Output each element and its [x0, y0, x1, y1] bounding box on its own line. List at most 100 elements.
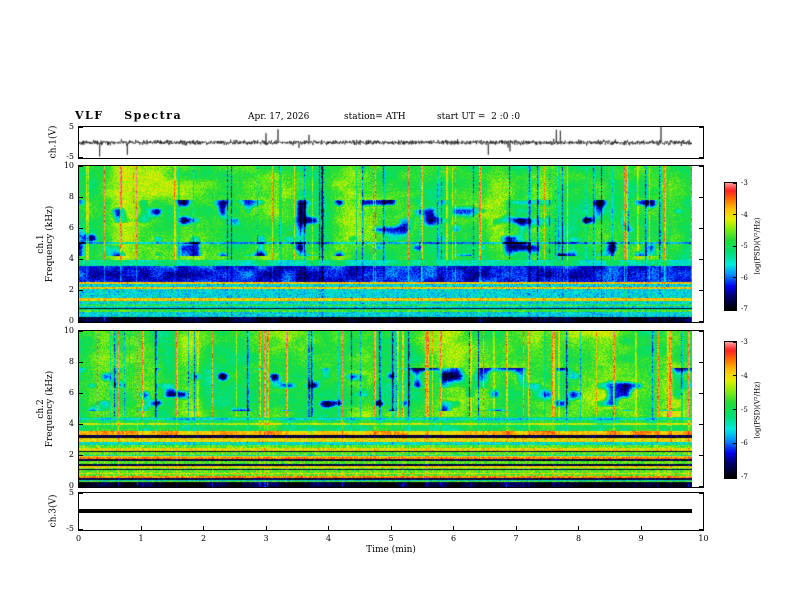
x-tick-label: 0	[75, 534, 82, 543]
y-tick-label: 4	[68, 254, 74, 263]
y-tick-label: 8	[68, 357, 74, 366]
colorbar-tick-mark	[733, 443, 736, 444]
x-tick-label: 5	[388, 534, 394, 543]
y-tick-mark	[79, 529, 83, 530]
y-tick-mark	[79, 228, 83, 229]
date-label: Apr. 17, 2026	[248, 112, 310, 122]
y-tick-label: 2	[68, 285, 74, 294]
x-tick-label: 7	[513, 534, 519, 543]
ch3-waveform-ylabel: ch.3(V)	[48, 494, 59, 528]
x-tick-label: 10	[698, 534, 709, 543]
y-tick-mark	[79, 157, 83, 158]
ch2-spectrogram-ylabel: ch.2 Frequency (kHz)	[36, 370, 55, 448]
y-tick-mark	[79, 166, 83, 167]
colorbar-tick-mark	[733, 477, 736, 478]
colorbar-tick-mark	[733, 375, 736, 376]
y-tick-label: -5	[66, 524, 74, 533]
figure-title: VLF Spectra	[75, 109, 183, 122]
y-tick-label: 5	[68, 488, 74, 497]
x-tick-mark	[391, 526, 392, 530]
y-tick-mark	[79, 362, 83, 363]
colorbar-tick-label: -5	[741, 405, 748, 414]
colorbar-tick-label: -4	[741, 210, 748, 219]
ch1-spectrogram-ylabel: ch.1 Frequency (kHz)	[36, 205, 55, 283]
colorbar-tick-label: -5	[741, 242, 748, 250]
x-tick-mark	[78, 526, 79, 530]
y-tick-mark	[699, 486, 703, 487]
ch1-spectrogram-canvas	[79, 166, 692, 322]
y-tick-mark	[79, 393, 83, 394]
y-tick-label: 0	[68, 316, 74, 325]
y-tick-mark	[699, 362, 703, 363]
y-tick-mark	[699, 493, 703, 494]
x-tick-label: 6	[450, 534, 457, 543]
y-tick-label: 4	[68, 419, 74, 428]
x-tick-label: 2	[200, 534, 207, 543]
x-tick-label: 3	[263, 534, 269, 543]
colorbar-tick-label: -3	[741, 338, 748, 346]
x-tick-mark	[703, 526, 704, 530]
y-tick-mark	[699, 127, 703, 128]
y-tick-mark	[79, 486, 83, 487]
x-tick-mark	[641, 526, 642, 530]
colorbar-tick-label: -3	[741, 179, 748, 187]
y-tick-label: 5	[68, 122, 74, 131]
colorbar-tick-mark	[733, 246, 736, 247]
colorbar-tick-mark	[733, 309, 736, 310]
x-tick-mark	[266, 526, 267, 530]
colorbar-2-gradient	[725, 342, 736, 478]
y-tick-mark	[699, 331, 703, 332]
y-tick-mark	[79, 259, 83, 260]
y-tick-mark	[699, 321, 703, 322]
station-label: station= ATH	[344, 112, 406, 122]
y-tick-mark	[699, 455, 703, 456]
y-tick-mark	[699, 290, 703, 291]
colorbar-tick-mark	[733, 277, 736, 278]
colorbar-tick-label: -6	[741, 273, 748, 282]
ch2-spectrogram-canvas	[79, 331, 692, 487]
ch1-frequency-label: Frequency (kHz)	[45, 205, 55, 283]
colorbar-tick-mark	[733, 342, 736, 343]
y-tick-mark	[79, 331, 83, 332]
y-tick-mark	[699, 157, 703, 158]
y-tick-mark	[699, 424, 703, 425]
x-tick-mark	[578, 526, 579, 530]
x-tick-label: 1	[138, 534, 144, 543]
x-tick-mark	[203, 526, 204, 530]
x-tick-label: 4	[325, 534, 332, 543]
y-tick-mark	[79, 290, 83, 291]
y-tick-mark	[79, 127, 83, 128]
y-tick-mark	[699, 259, 703, 260]
y-tick-label: 2	[68, 450, 74, 459]
colorbar-tick-mark	[733, 409, 736, 410]
colorbar-1-label: log(PSD)(V²/Hz)	[753, 217, 762, 275]
y-tick-mark	[79, 493, 83, 494]
x-tick-mark	[141, 526, 142, 530]
y-tick-mark	[79, 455, 83, 456]
y-tick-mark	[79, 197, 83, 198]
ch2-frequency-label: Frequency (kHz)	[45, 370, 55, 448]
x-tick-label: 8	[575, 534, 582, 543]
colorbar-tick-mark	[733, 214, 736, 215]
y-tick-mark	[79, 424, 83, 425]
start-ut-label: start UT = 2 :0 :0	[437, 112, 521, 122]
y-tick-mark	[79, 321, 83, 322]
x-axis-label: Time (min)	[366, 545, 416, 555]
colorbar-tick-label: -7	[741, 305, 748, 313]
colorbar-tick-label: -4	[741, 371, 748, 380]
x-tick-label: 9	[638, 534, 644, 543]
y-tick-label: 6	[68, 223, 74, 232]
y-tick-label: 6	[68, 388, 74, 397]
y-tick-mark	[699, 197, 703, 198]
y-tick-mark	[699, 393, 703, 394]
x-tick-mark	[516, 526, 517, 530]
colorbar-tick-label: -7	[741, 473, 748, 481]
x-tick-mark	[328, 526, 329, 530]
ch3-flat-trace	[79, 509, 692, 513]
y-tick-label: 10	[63, 326, 74, 335]
y-tick-mark	[699, 228, 703, 229]
y-tick-label: 10	[63, 161, 74, 170]
y-tick-mark	[699, 166, 703, 167]
colorbar-tick-label: -6	[741, 439, 748, 448]
y-tick-label: 8	[68, 192, 74, 201]
